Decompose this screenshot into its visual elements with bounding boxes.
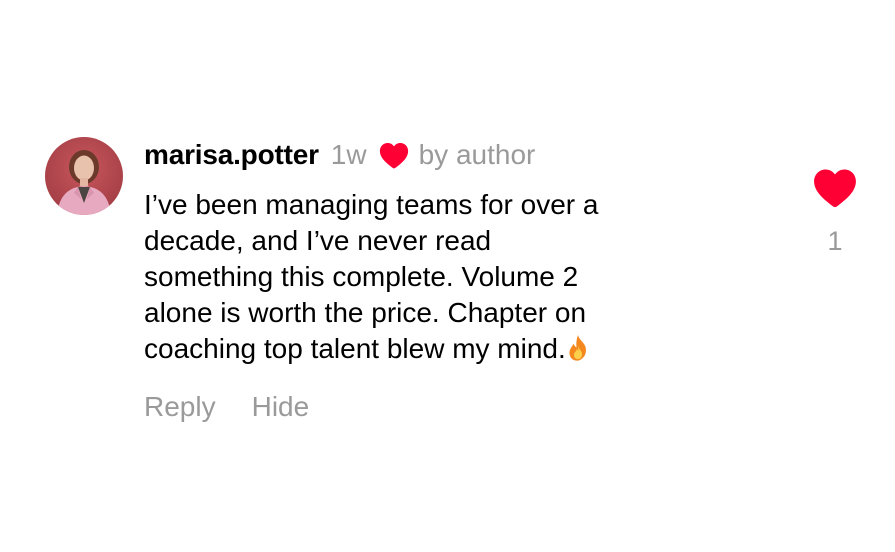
like-area: 1	[812, 168, 858, 257]
comment-body: marisa.potter 1w by author I’ve been man…	[144, 135, 704, 423]
comment-text-content: I’ve been managing teams for over a deca…	[144, 189, 599, 364]
avatar-photo	[45, 137, 123, 215]
like-count[interactable]: 1	[812, 226, 858, 257]
avatar[interactable]	[45, 137, 123, 215]
heart-icon[interactable]	[813, 168, 857, 208]
comment: marisa.potter 1w by author I’ve been man…	[0, 0, 895, 552]
fire-icon	[566, 334, 590, 362]
username[interactable]: marisa.potter	[144, 139, 319, 171]
author-heart-icon	[379, 142, 409, 169]
by-author-label: by author	[418, 139, 536, 170]
timestamp: 1w	[330, 139, 367, 170]
comment-text: I’ve been managing teams for over a deca…	[144, 187, 664, 367]
reply-button[interactable]: Reply	[144, 391, 216, 423]
hide-button[interactable]: Hide	[252, 391, 310, 423]
comment-header: marisa.potter 1w by author	[144, 135, 704, 175]
comment-actions: Reply Hide	[144, 391, 704, 423]
